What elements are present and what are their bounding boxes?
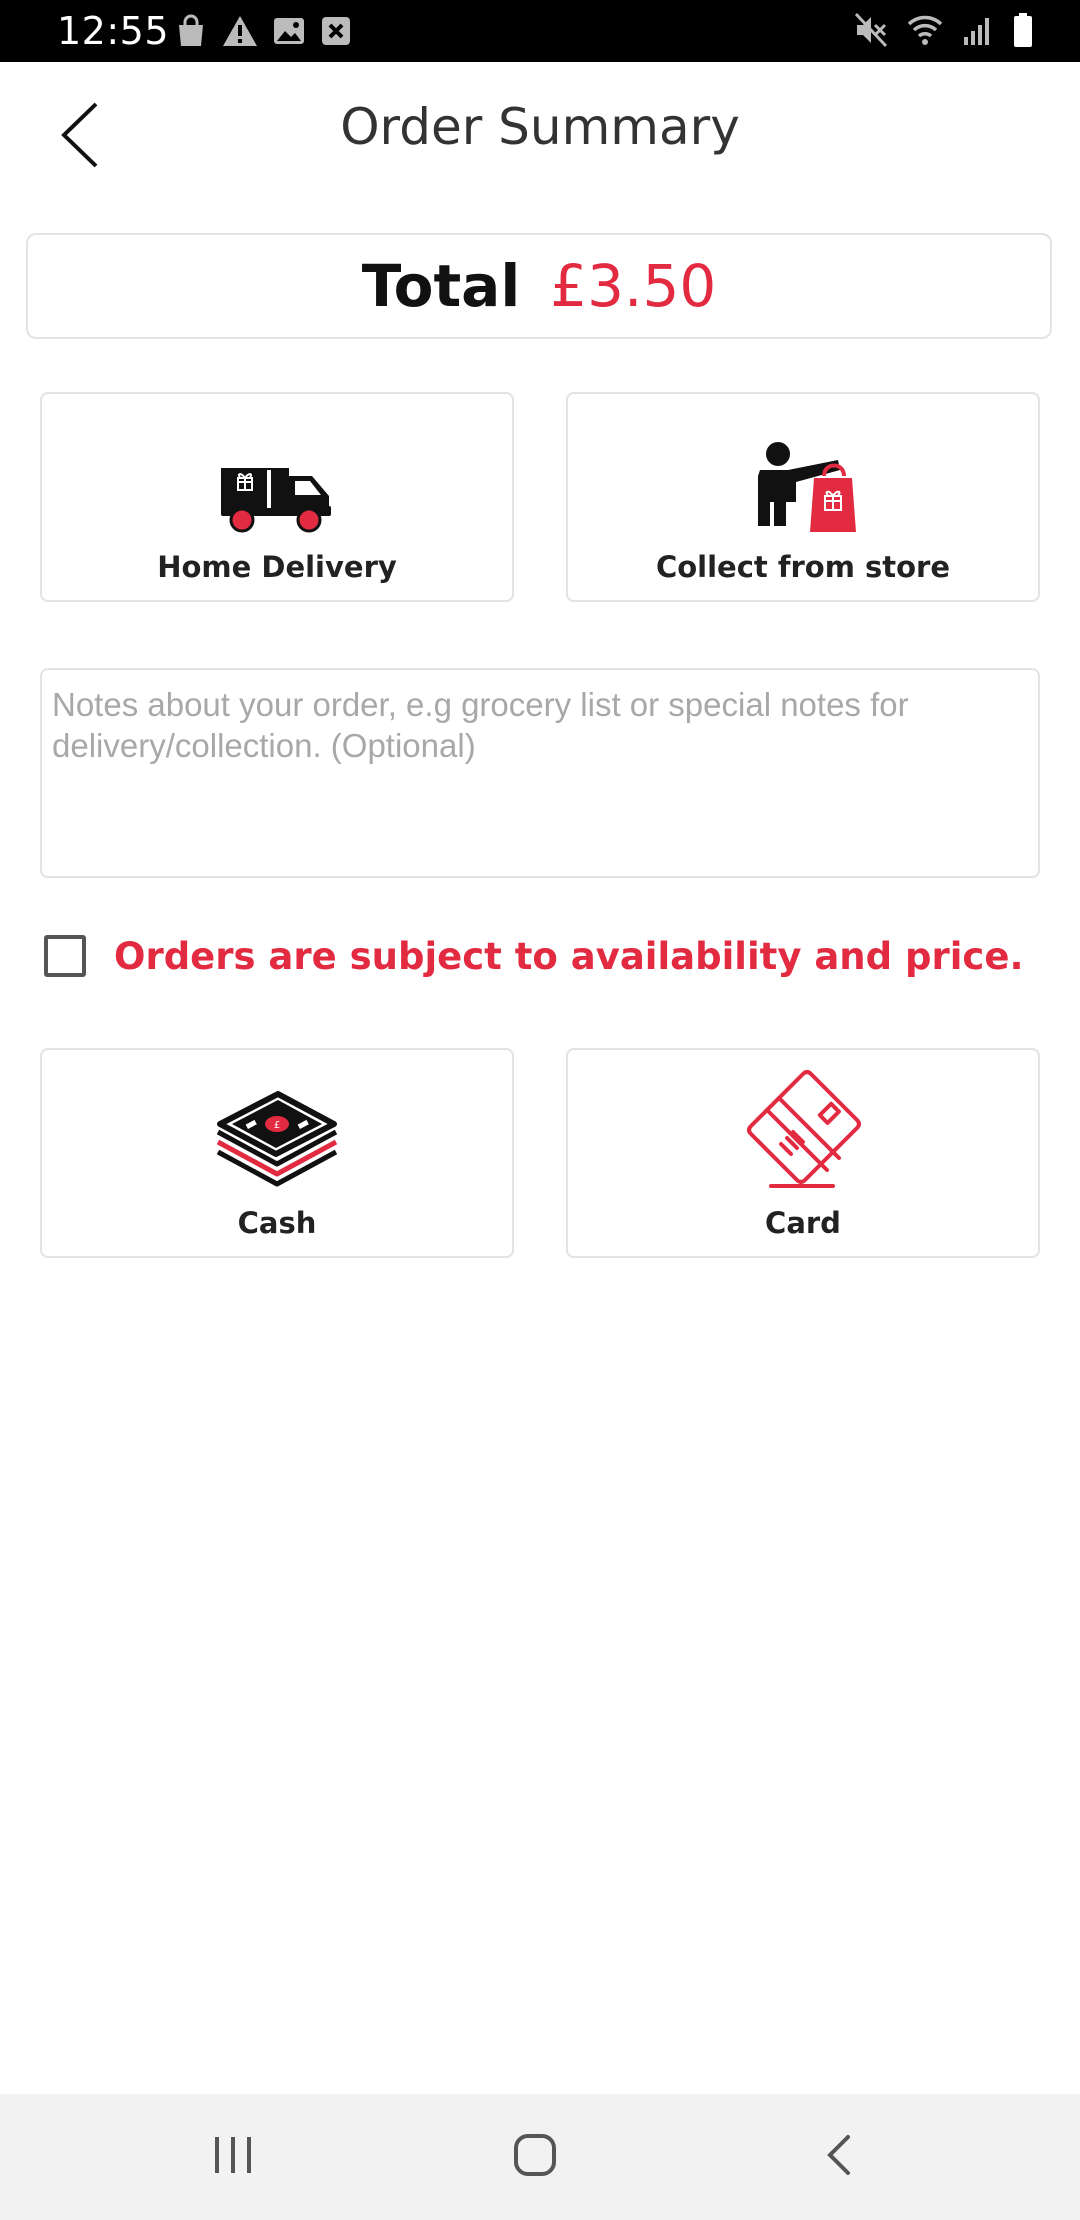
warning-icon: [222, 14, 258, 48]
card-label: Card: [765, 1206, 841, 1240]
collect-from-store-label: Collect from store: [655, 550, 951, 584]
home-button[interactable]: [490, 2122, 580, 2192]
system-navigation-bar: [0, 2094, 1080, 2220]
image-icon: [272, 14, 306, 48]
back-icon: [824, 2133, 854, 2182]
nav-back-button[interactable]: [794, 2122, 884, 2192]
page-title: Order Summary: [340, 98, 740, 156]
status-time: 12:55: [57, 9, 170, 53]
cash-stack-icon: £: [42, 1050, 512, 1190]
status-bar: 12:55: [0, 0, 1080, 62]
wifi-icon: [906, 13, 944, 47]
credit-card-icon: [568, 1050, 1038, 1190]
mute-icon: [854, 12, 888, 48]
header: Order Summary: [0, 62, 1080, 212]
total-amount: £3.50: [550, 252, 717, 320]
battery-icon: [1012, 12, 1034, 48]
signal-icon: [962, 13, 994, 47]
home-icon: [512, 2132, 558, 2183]
terms-text: Orders are subject to availability and p…: [114, 934, 1024, 978]
recent-apps-button[interactable]: [188, 2122, 278, 2192]
shopping-bag-icon: [174, 14, 208, 48]
terms-checkbox[interactable]: [44, 935, 86, 977]
cash-payment-option[interactable]: £ Cash: [40, 1048, 514, 1258]
status-notification-icons: [174, 12, 352, 50]
close-box-icon: [320, 14, 352, 48]
order-notes-field[interactable]: [40, 668, 1040, 878]
cash-label: Cash: [237, 1206, 317, 1240]
collect-from-store-option[interactable]: Collect from store: [566, 392, 1040, 602]
status-system-icons: [854, 10, 1034, 50]
card-payment-option[interactable]: Card: [566, 1048, 1040, 1258]
home-delivery-label: Home Delivery: [157, 550, 397, 584]
home-delivery-option[interactable]: Home Delivery: [40, 392, 514, 602]
recent-apps-icon: [211, 2135, 255, 2180]
terms-row: Orders are subject to availability and p…: [44, 930, 1024, 982]
delivery-van-icon: [42, 394, 512, 534]
order-total: Total £3.50: [26, 233, 1052, 339]
svg-text:£: £: [274, 1120, 280, 1131]
total-label: Total: [361, 252, 521, 320]
order-summary-screen: 12:55 Order Summary Total £3.50 Home Del…: [0, 0, 1080, 2220]
collect-person-bag-icon: [568, 394, 1038, 534]
